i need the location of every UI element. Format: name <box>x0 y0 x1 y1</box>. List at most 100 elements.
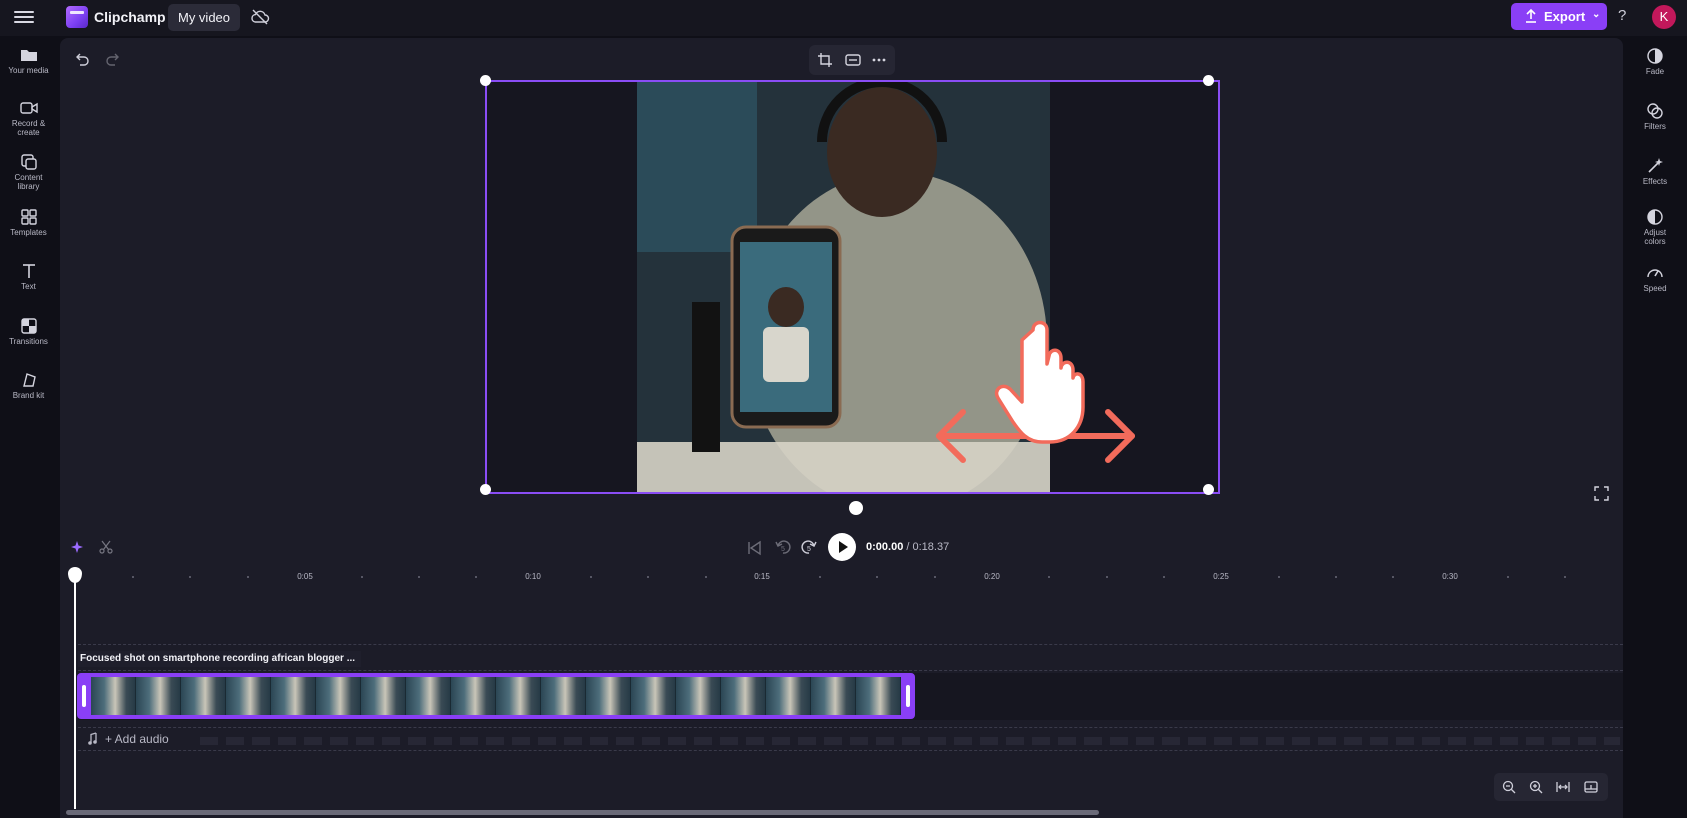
current-time: 0:00.00 <box>866 541 904 553</box>
fit-icon[interactable] <box>845 52 861 68</box>
sidebar-item-your-media[interactable]: Your media <box>0 46 57 75</box>
sidebar-item-fade[interactable]: Fade <box>1623 47 1687 76</box>
ruler-label: 0:20 <box>984 572 1000 581</box>
clip-thumbnail <box>271 677 316 715</box>
clipchamp-logo <box>66 6 88 28</box>
timeline-scrollbar[interactable] <box>66 810 1099 815</box>
more-options-icon[interactable] <box>871 52 887 68</box>
clip-trim-handle-left[interactable] <box>82 685 86 707</box>
upload-icon <box>1526 8 1536 23</box>
sidebar-item-adjust-colors[interactable]: Adjust colors <box>1623 208 1687 246</box>
ruler-tick <box>819 576 821 578</box>
left-sidebar: Your media Record & create Content libra… <box>0 36 57 818</box>
clip-thumbnail <box>541 677 586 715</box>
skip-back-icon[interactable] <box>746 540 762 556</box>
zoom-in-icon[interactable] <box>1529 780 1543 794</box>
sidebar-item-label: Content library <box>14 173 43 191</box>
total-time: / 0:18.37 <box>906 541 950 553</box>
speedometer-icon <box>1647 269 1663 278</box>
video-clip[interactable] <box>77 673 915 719</box>
zoom-controls <box>1494 773 1608 801</box>
track-divider <box>78 644 1623 645</box>
resize-handle-bottom-left[interactable] <box>480 484 491 495</box>
clip-title: Focused shot on smartphone recording afr… <box>78 651 362 667</box>
sidebar-item-filters[interactable]: Filters <box>1623 102 1687 131</box>
sidebar-item-effects[interactable]: Effects <box>1623 157 1687 186</box>
rotate-icon[interactable] <box>849 501 863 515</box>
playhead[interactable] <box>74 576 76 809</box>
sidebar-item-speed[interactable]: Speed <box>1623 264 1687 293</box>
filters-icon <box>1647 103 1663 119</box>
playback-time: 0:00.00 / 0:18.37 <box>866 541 949 553</box>
undo-icon[interactable] <box>74 51 90 67</box>
contrast-icon <box>1647 209 1663 225</box>
sidebar-item-label: Effects <box>1642 177 1668 186</box>
fullscreen-icon[interactable] <box>1594 486 1609 501</box>
menu-icon[interactable] <box>14 8 34 26</box>
video-preview[interactable] <box>485 80 1220 494</box>
resize-handle-top-left[interactable] <box>480 75 491 86</box>
clip-thumbnail <box>316 677 361 715</box>
resize-handle-bottom-right[interactable] <box>1203 484 1214 495</box>
brand-kit-icon <box>22 373 36 387</box>
timeline-view-icon[interactable] <box>1584 780 1598 794</box>
clip-thumbnail <box>676 677 721 715</box>
templates-icon <box>20 209 37 225</box>
clip-thumbnail <box>136 677 181 715</box>
ruler-tick <box>1335 576 1337 578</box>
clip-thumbnail <box>406 677 451 715</box>
ruler-tick <box>1048 576 1050 578</box>
ruler-tick <box>647 576 649 578</box>
sidebar-item-text[interactable]: Text <box>0 262 57 291</box>
sidebar-item-transitions[interactable]: Transitions <box>0 317 57 346</box>
clip-trim-handle-right[interactable] <box>906 685 910 707</box>
track-divider <box>78 727 1623 728</box>
top-bar: Clipchamp My video Export ⌄ ? K <box>0 0 1687 36</box>
help-icon[interactable]: ? <box>1618 7 1626 24</box>
audio-waveform-placeholder <box>200 737 1620 745</box>
sidebar-item-content-library[interactable]: Content library <box>0 153 57 191</box>
avatar[interactable]: K <box>1652 5 1676 29</box>
sidebar-item-templates[interactable]: Templates <box>0 208 57 237</box>
sidebar-item-record-create[interactable]: Record & create <box>0 99 57 137</box>
timeline-ruler[interactable]: 0:05 0:10 0:15 0:20 0:25 0:30 <box>60 566 1623 588</box>
right-sidebar: Fade Filters Effects Adjust colors Speed <box>1623 36 1687 818</box>
export-label: Export <box>1544 9 1586 24</box>
project-title-tab[interactable]: My video <box>168 4 240 31</box>
ruler-tick <box>1564 576 1566 578</box>
play-button[interactable] <box>828 533 856 561</box>
video-camera-icon <box>19 102 38 114</box>
zoom-out-icon[interactable] <box>1502 780 1516 794</box>
magic-wand-icon <box>1648 158 1663 173</box>
sidebar-item-label: Adjust colors <box>1643 228 1667 246</box>
svg-text:5: 5 <box>781 546 785 553</box>
fit-timeline-icon[interactable] <box>1556 780 1570 794</box>
clip-thumbnail <box>766 677 811 715</box>
sidebar-item-label: Brand kit <box>12 391 45 400</box>
clip-thumbnail <box>91 677 136 715</box>
resize-handle-top-right[interactable] <box>1203 75 1214 86</box>
crop-icon[interactable] <box>817 52 833 68</box>
svg-text:5: 5 <box>807 546 811 553</box>
ruler-tick <box>189 576 191 578</box>
ruler-tick <box>705 576 707 578</box>
ruler-label: 0:25 <box>1213 572 1229 581</box>
clip-thumbnails <box>91 677 901 715</box>
hand-cursor-icon <box>994 320 1085 444</box>
ruler-label: 0:15 <box>754 572 770 581</box>
scissors-icon[interactable] <box>99 540 113 554</box>
sparkle-icon[interactable] <box>71 540 85 554</box>
folder-icon <box>20 50 37 61</box>
sidebar-item-label: Transitions <box>9 337 48 346</box>
cloud-off-icon[interactable] <box>250 8 270 26</box>
sidebar-item-label: Templates <box>10 228 47 237</box>
ruler-tick <box>590 576 592 578</box>
rewind-5-icon[interactable]: 5 <box>774 538 792 556</box>
forward-5-icon[interactable]: 5 <box>800 538 818 556</box>
ruler-label: 0:05 <box>297 572 313 581</box>
sidebar-item-label: Filters <box>1644 122 1666 131</box>
export-button[interactable]: Export ⌄ <box>1511 3 1607 30</box>
sidebar-item-brand-kit[interactable]: Brand kit <box>0 371 57 400</box>
redo-icon[interactable] <box>105 51 121 67</box>
app-name: Clipchamp <box>94 9 166 25</box>
